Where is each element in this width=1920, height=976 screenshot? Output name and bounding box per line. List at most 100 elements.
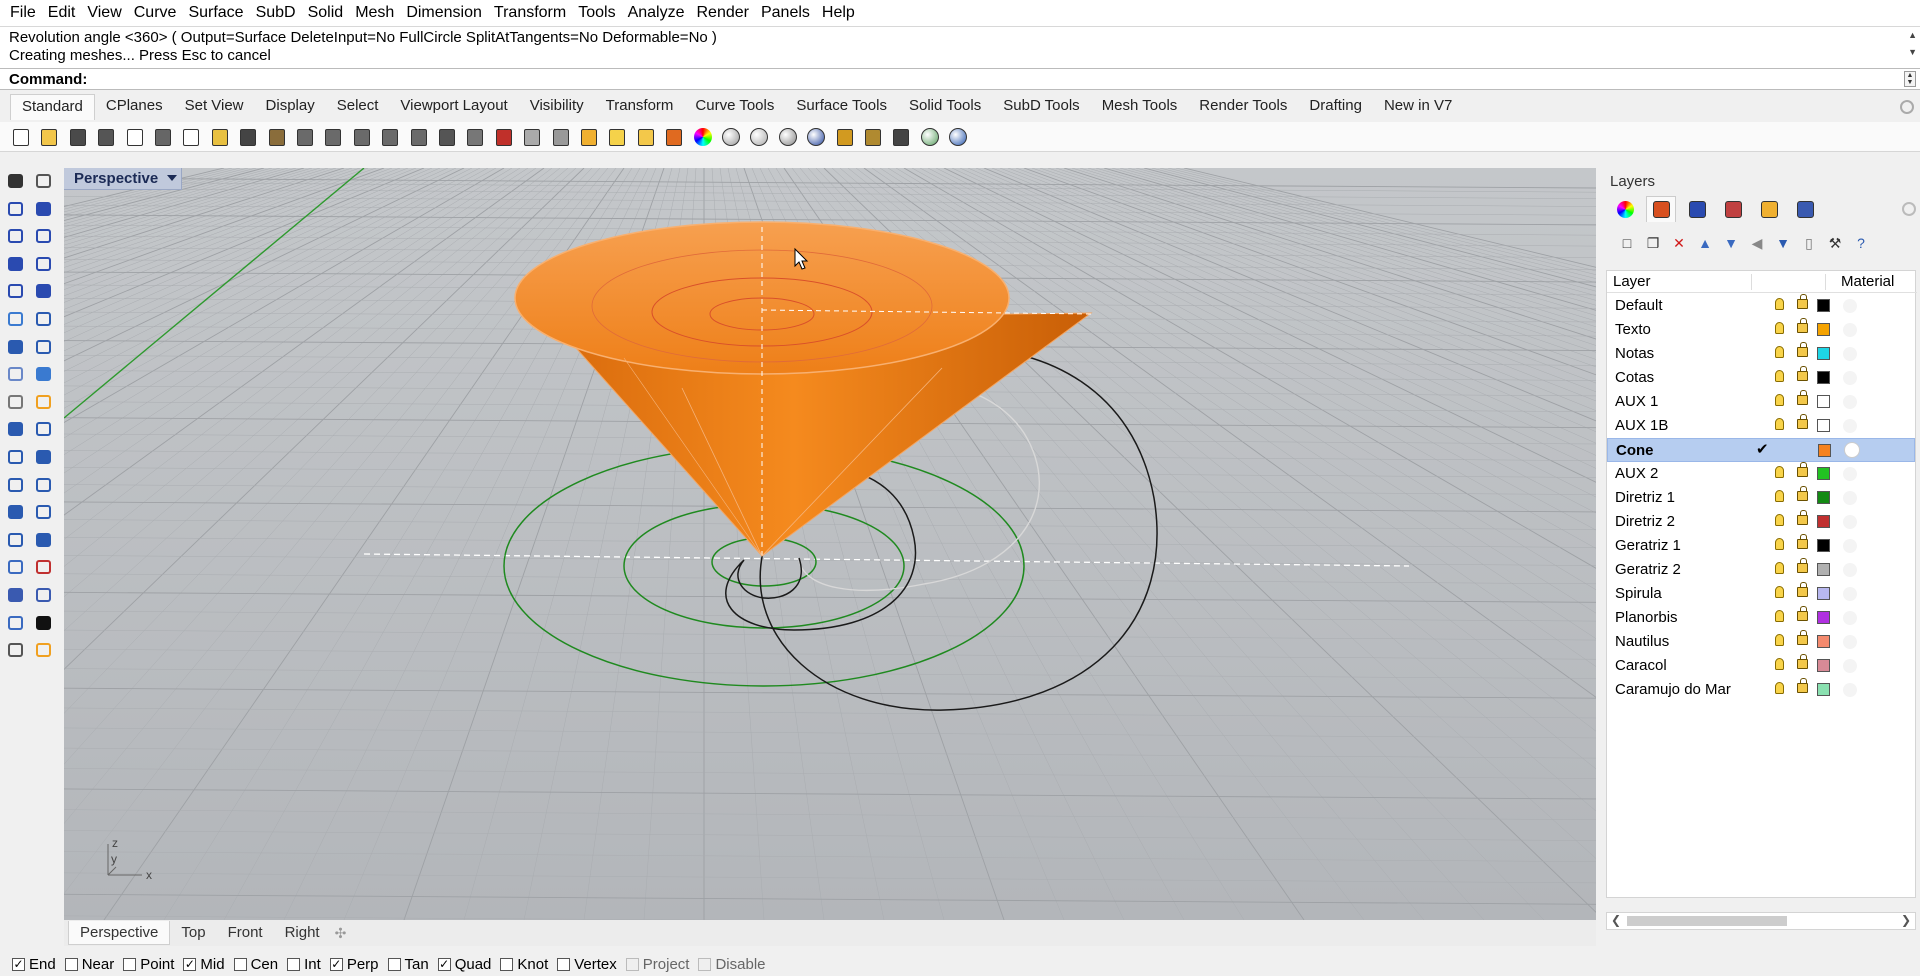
- chevron-down-icon[interactable]: [167, 175, 177, 181]
- material-swatch[interactable]: [1843, 611, 1857, 625]
- layer-name[interactable]: Planorbis: [1615, 609, 1678, 626]
- lightbulb-icon[interactable]: [1775, 298, 1784, 310]
- tab-render-tools[interactable]: Render Tools: [1188, 94, 1298, 120]
- explode-icon[interactable]: [32, 391, 54, 413]
- layer-color-swatch[interactable]: [1817, 467, 1830, 480]
- horizontal-scrollbar[interactable]: ❮ ❯: [1606, 912, 1916, 930]
- viewport-tab-front[interactable]: Front: [217, 921, 274, 945]
- lock-icon[interactable]: [1797, 534, 1808, 549]
- blue-sphere-icon[interactable]: [805, 126, 827, 148]
- tab-standard[interactable]: Standard: [10, 94, 95, 120]
- material-swatch[interactable]: [1843, 371, 1857, 385]
- select-icon[interactable]: [4, 170, 26, 192]
- lock-icon[interactable]: [1797, 486, 1808, 501]
- menu-subd[interactable]: SubD: [250, 0, 302, 26]
- osnap-knot[interactable]: Knot: [500, 956, 548, 973]
- lock-icon[interactable]: [1797, 582, 1808, 597]
- add-viewport-icon[interactable]: ✣: [335, 925, 347, 942]
- menu-analyze[interactable]: Analyze: [622, 0, 691, 26]
- camera-icon[interactable]: [1790, 196, 1820, 222]
- layer-name[interactable]: Geratriz 1: [1615, 537, 1681, 554]
- render-icon[interactable]: [4, 639, 26, 661]
- layer-color-swatch[interactable]: [1817, 323, 1830, 336]
- lightbulb-icon[interactable]: [1775, 562, 1784, 574]
- lock-icon[interactable]: [1797, 390, 1808, 405]
- tab-mesh-tools[interactable]: Mesh Tools: [1091, 94, 1189, 120]
- column-header-material[interactable]: Material: [1841, 273, 1894, 290]
- layer-color-swatch[interactable]: [1817, 299, 1830, 312]
- menu-surface[interactable]: Surface: [182, 0, 249, 26]
- tab-viewport-layout[interactable]: Viewport Layout: [389, 94, 518, 120]
- lock-icon[interactable]: [1797, 366, 1808, 381]
- sphere-icon[interactable]: [32, 336, 54, 358]
- layer-color-swatch[interactable]: [1817, 539, 1830, 552]
- lightbulb-icon[interactable]: [1775, 658, 1784, 670]
- viewport-tab-perspective[interactable]: Perspective: [68, 921, 171, 945]
- column-header-layer[interactable]: Layer: [1613, 273, 1651, 290]
- filter-icon[interactable]: ▼: [1774, 234, 1792, 252]
- layer-row[interactable]: Diretriz 1: [1607, 486, 1915, 510]
- tab-curve-tools[interactable]: Curve Tools: [684, 94, 785, 120]
- lightbulb-icon[interactable]: [1775, 466, 1784, 478]
- osnap-int[interactable]: Int: [287, 956, 321, 973]
- material-swatch[interactable]: [1843, 539, 1857, 553]
- viewport-tab-right[interactable]: Right: [274, 921, 331, 945]
- grid-icon[interactable]: [890, 126, 912, 148]
- osnap-point[interactable]: Point: [123, 956, 174, 973]
- color-wheel-icon[interactable]: [692, 126, 714, 148]
- lock-icon[interactable]: [1797, 462, 1808, 477]
- lock-icon[interactable]: [1797, 342, 1808, 357]
- delete-icon[interactable]: ✕: [1670, 234, 1688, 252]
- layer-row[interactable]: Diretriz 2: [1607, 510, 1915, 534]
- tab-transform[interactable]: Transform: [595, 94, 685, 120]
- layer-color-swatch[interactable]: [1817, 419, 1830, 432]
- layer-row[interactable]: Notas: [1607, 342, 1915, 366]
- offset-icon[interactable]: [4, 474, 26, 496]
- osnap-quad[interactable]: ✓ Quad: [437, 956, 491, 973]
- gear-icon[interactable]: [1902, 202, 1916, 216]
- lightbulb-icon[interactable]: [1775, 418, 1784, 430]
- layer-color-swatch[interactable]: [1817, 371, 1830, 384]
- lock-icon[interactable]: [1797, 558, 1808, 573]
- check-icon[interactable]: [32, 612, 54, 634]
- layer-color-swatch[interactable]: [1817, 347, 1830, 360]
- lock-icon[interactable]: [1797, 294, 1808, 309]
- lock-icon[interactable]: [1797, 630, 1808, 645]
- osnap-near[interactable]: Near: [64, 956, 114, 973]
- brush-icon[interactable]: [1718, 196, 1748, 222]
- zoom-window-icon[interactable]: [351, 126, 373, 148]
- layer-name[interactable]: Texto: [1615, 321, 1651, 338]
- layer-name[interactable]: AUX 1B: [1615, 417, 1668, 434]
- lock-icon[interactable]: [1797, 678, 1808, 693]
- osnap-checkbox[interactable]: [123, 957, 137, 971]
- env-sphere-icon[interactable]: [777, 126, 799, 148]
- layer-color-swatch[interactable]: [1817, 635, 1830, 648]
- grid-array-icon[interactable]: [4, 584, 26, 606]
- layers-icon[interactable]: [1646, 196, 1676, 222]
- paint-icon[interactable]: [32, 639, 54, 661]
- layer-row[interactable]: Planorbis: [1607, 606, 1915, 630]
- layer-name[interactable]: Nautilus: [1615, 633, 1669, 650]
- layer-color-swatch[interactable]: [1817, 587, 1830, 600]
- osnap-checkbox[interactable]: [500, 957, 514, 971]
- layer-name[interactable]: AUX 1: [1615, 393, 1658, 410]
- material-sphere-icon[interactable]: [748, 126, 770, 148]
- lightbulb-icon[interactable]: [1775, 322, 1784, 334]
- layer-row[interactable]: Geratriz 2: [1607, 558, 1915, 582]
- layer-name[interactable]: Notas: [1615, 345, 1654, 362]
- osnap-mid[interactable]: ✓ Mid: [183, 956, 225, 973]
- layer-row[interactable]: AUX 1: [1607, 390, 1915, 414]
- layer-color-swatch[interactable]: [1817, 611, 1830, 624]
- osnap-checkbox[interactable]: [64, 957, 78, 971]
- tab-subd-tools[interactable]: SubD Tools: [992, 94, 1090, 120]
- command-spinner[interactable]: ▲ ▼: [1904, 71, 1916, 87]
- lock-icon[interactable]: [1797, 414, 1808, 429]
- object-props-icon[interactable]: [578, 126, 600, 148]
- layer-row[interactable]: Caracol: [1607, 654, 1915, 678]
- material-swatch[interactable]: [1843, 635, 1857, 649]
- menu-panels[interactable]: Panels: [755, 0, 816, 26]
- menu-curve[interactable]: Curve: [128, 0, 183, 26]
- light-icon[interactable]: [606, 126, 628, 148]
- render-icon[interactable]: [1682, 196, 1712, 222]
- lightbulb-icon[interactable]: [1775, 514, 1784, 526]
